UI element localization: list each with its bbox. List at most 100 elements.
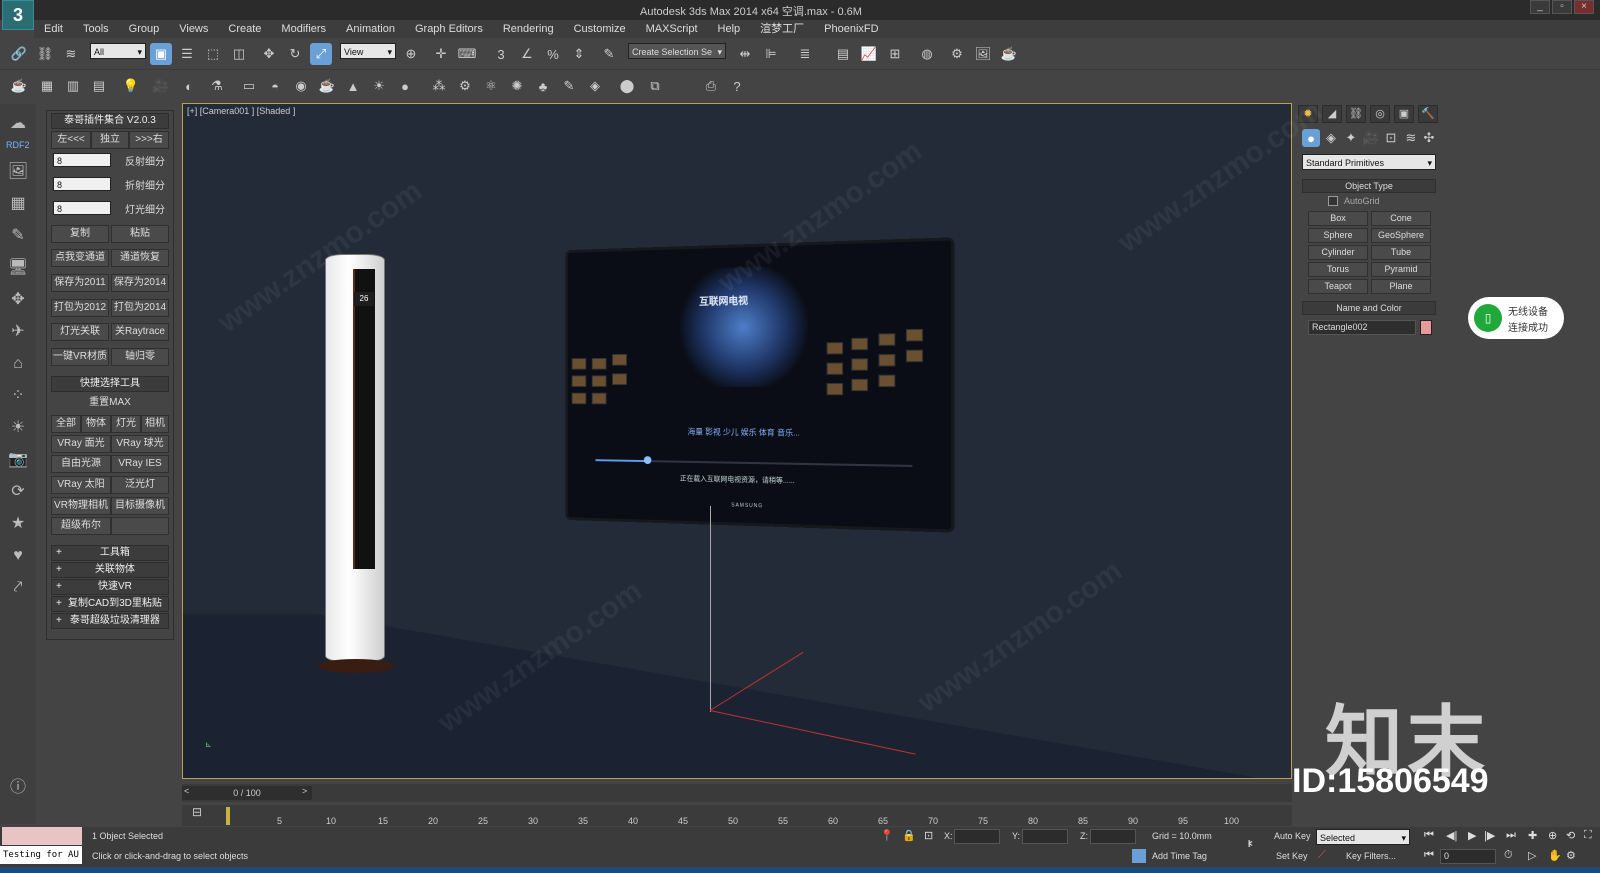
quick-select-title[interactable]: 快捷选择工具 xyxy=(51,376,169,392)
share-icon[interactable]: ⤤ xyxy=(6,576,30,600)
cad-paste-rollout[interactable]: + 复制CAD到3D里粘贴 xyxy=(51,596,169,612)
viewport-label[interactable]: [+] [Camera001 ] [Shaded ] xyxy=(187,106,295,116)
grid-icon[interactable]: ▦ xyxy=(6,192,30,216)
vray-camera-icon[interactable]: 🎥 xyxy=(150,75,172,97)
y-coord-input[interactable] xyxy=(1022,829,1068,844)
menu-edit[interactable]: Edit xyxy=(34,20,73,38)
vray-fur-icon[interactable]: ⁂ xyxy=(428,75,450,97)
export-icon[interactable]: ⎙ xyxy=(700,75,722,97)
menu-graph-editors[interactable]: Graph Editors xyxy=(405,20,493,38)
vray-light-lister-icon[interactable]: 💡 xyxy=(120,75,142,97)
window-crossing-icon[interactable]: ◫ xyxy=(228,43,250,65)
light-link-button[interactable]: 灯光关联 xyxy=(51,323,109,341)
left-align-button[interactable]: 左<<< xyxy=(51,131,91,149)
render-setup-icon[interactable]: ⚙ xyxy=(946,43,968,65)
go-to-end-icon[interactable]: ⏭ xyxy=(1506,829,1516,842)
named-selection-dropdown[interactable]: Create Selection Se xyxy=(628,43,726,60)
pack-2014-button[interactable]: 打包为2014 xyxy=(111,299,169,317)
vray-mtl-wrapper-icon[interactable]: ⧉ xyxy=(644,75,666,97)
autogrid-checkbox[interactable] xyxy=(1328,196,1338,206)
orbit-icon[interactable]: ⟲ xyxy=(1566,829,1575,842)
save-2011-button[interactable]: 保存为2011 xyxy=(51,274,109,292)
tube-button[interactable]: Tube xyxy=(1371,245,1431,260)
vray-settings-icon[interactable]: ▥ xyxy=(62,75,84,97)
airplane-icon[interactable]: ✈ xyxy=(6,320,30,344)
bind-spacewarp-icon[interactable]: ≋ xyxy=(60,43,82,65)
right-align-button[interactable]: >>>右 xyxy=(129,131,169,149)
raytrace-off-button[interactable]: 关Raytrace xyxy=(111,323,169,341)
walk-through-icon[interactable]: ⚙ xyxy=(1566,849,1576,862)
copy-button[interactable]: 复制 xyxy=(51,225,109,243)
select-objects-button[interactable]: 物体 xyxy=(81,415,111,433)
add-time-tag-button[interactable]: Add Time Tag xyxy=(1152,851,1207,861)
mirror-icon[interactable]: ⇹ xyxy=(734,43,756,65)
select-object-icon[interactable]: ▣ xyxy=(150,43,172,65)
pivot-zero-button[interactable]: 轴归零 xyxy=(111,348,169,366)
scale-icon[interactable]: ⤢ xyxy=(310,43,332,65)
current-frame-marker[interactable] xyxy=(226,807,230,825)
time-slider[interactable]: 0 / 100 xyxy=(182,786,312,800)
align-icon[interactable]: ⊫ xyxy=(760,43,782,65)
menu-animation[interactable]: Animation xyxy=(336,20,405,38)
apps-icon[interactable]: ⁘ xyxy=(6,384,30,408)
name-color-rollout[interactable]: Name and Color xyxy=(1302,301,1436,315)
category-dropdown[interactable]: Standard Primitives xyxy=(1302,154,1436,171)
menu-tools[interactable]: Tools xyxy=(73,20,119,38)
cameras-icon[interactable]: 🎥 xyxy=(1362,129,1380,147)
cleaner-rollout[interactable]: + 泰哥超级垃圾清理器 xyxy=(51,613,169,629)
pyramid-button[interactable]: Pyramid xyxy=(1371,262,1431,277)
menu-phoenixfd[interactable]: PhoenixFD xyxy=(814,20,888,38)
material-editor-icon[interactable]: ◍ xyxy=(916,43,938,65)
spinner-snap-icon[interactable]: ⇕ xyxy=(568,43,590,65)
render-teapot-icon[interactable]: ☕ xyxy=(998,43,1020,65)
to-channel-button[interactable]: 点我变通道 xyxy=(51,249,109,267)
light-subdiv-input[interactable]: 8 xyxy=(53,201,111,215)
vray-material-icon[interactable]: ◐ xyxy=(178,75,200,97)
super-boolean-button[interactable]: 超级布尔 xyxy=(51,517,111,535)
motion-tab-icon[interactable]: ◎ xyxy=(1370,105,1390,123)
layer-manager-icon[interactable]: ≣ xyxy=(794,43,816,65)
reference-coordinate-dropdown[interactable]: View xyxy=(340,43,396,60)
free-light-button[interactable]: 自由光源 xyxy=(51,455,111,473)
vray-log-icon[interactable]: ▤ xyxy=(88,75,110,97)
isolate-icon[interactable]: 📍 xyxy=(880,829,894,842)
menu-help[interactable]: Help xyxy=(708,20,751,38)
vray-sphere-icon[interactable]: ◓ xyxy=(264,75,286,97)
restore-button[interactable]: ▫ xyxy=(1552,0,1572,14)
next-key-icon[interactable]: |▶ xyxy=(1484,829,1495,842)
absolute-mode-icon[interactable]: ⊡ xyxy=(924,829,933,842)
go-to-start-icon[interactable]: ⏮ xyxy=(1424,829,1434,842)
monitor-icon[interactable]: 🖥 xyxy=(6,256,30,280)
teapot-button[interactable]: Teapot xyxy=(1308,279,1368,294)
camera-icon[interactable]: 📷 xyxy=(6,448,30,472)
pack-2012-button[interactable]: 打包为2012 xyxy=(51,299,109,317)
key-mode-dropdown[interactable]: Selected xyxy=(1316,829,1410,846)
play-icon[interactable]: ▶ xyxy=(1468,829,1476,842)
vray-scatter-icon[interactable]: ⚛ xyxy=(480,75,502,97)
helpers-icon[interactable]: ⊡ xyxy=(1382,129,1400,147)
utilities-tab-icon[interactable]: 🔨 xyxy=(1418,105,1438,123)
empty-slot-button[interactable] xyxy=(111,517,169,535)
move-icon[interactable]: ✥ xyxy=(258,43,280,65)
link-icon[interactable]: 🔗 xyxy=(8,43,30,65)
omni-light-button[interactable]: 泛光灯 xyxy=(111,476,169,494)
sphere-button[interactable]: Sphere xyxy=(1308,228,1368,243)
heart-icon[interactable]: ♥ xyxy=(6,544,30,568)
image-icon[interactable]: 🖼 xyxy=(6,160,30,184)
systems-icon[interactable]: ✣ xyxy=(1420,129,1438,147)
zoom-all-icon[interactable]: ⊕ xyxy=(1548,829,1557,842)
select-lights-button[interactable]: 灯光 xyxy=(111,415,141,433)
menu-create[interactable]: Create xyxy=(218,20,271,38)
spacewarps-icon[interactable]: ≋ xyxy=(1402,129,1420,147)
maxscript-listener-output[interactable] xyxy=(2,827,82,845)
vr-material-button[interactable]: 一键VR材质 xyxy=(51,348,109,366)
z-coord-input[interactable] xyxy=(1090,829,1136,844)
geosphere-button[interactable]: GeoSphere xyxy=(1371,228,1431,243)
maximize-viewport-icon[interactable]: ⛶ xyxy=(1584,829,1592,842)
sun-icon[interactable]: ☀ xyxy=(6,416,30,440)
vray-plane-icon[interactable]: ▭ xyxy=(238,75,260,97)
vray-sky-icon[interactable]: ✺ xyxy=(506,75,528,97)
menu-maxscript[interactable]: MAXScript xyxy=(636,20,708,38)
move-arrows-icon[interactable]: ✥ xyxy=(6,288,30,312)
cloud-icon[interactable]: ☁ xyxy=(6,112,30,136)
